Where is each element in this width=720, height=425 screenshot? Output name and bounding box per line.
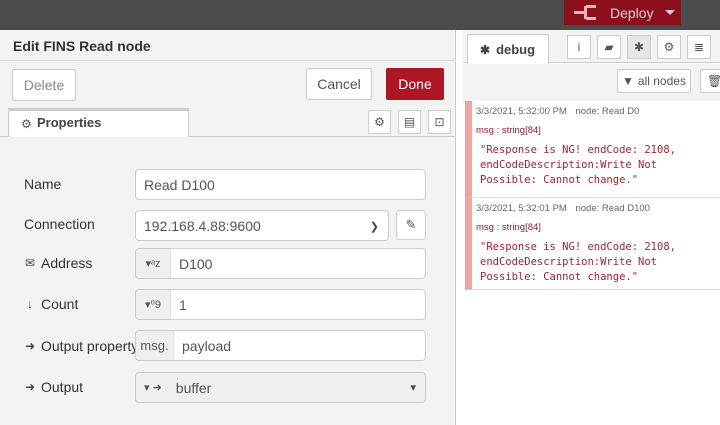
output-property-value: payload bbox=[182, 337, 232, 354]
debug-message: 3/3/2021, 5:32:00 PM node: Read D0 msg :… bbox=[465, 101, 720, 198]
trash-icon[interactable]: 🗑 bbox=[700, 69, 720, 93]
tab-properties-label: Properties bbox=[37, 115, 102, 130]
name-label: Name bbox=[24, 176, 62, 192]
gear-icon[interactable]: ⚙ bbox=[657, 35, 681, 59]
tab-debug[interactable]: ✱ debug bbox=[467, 34, 549, 64]
done-button[interactable]: Done bbox=[386, 68, 444, 100]
sort-numeric-icon: ↓ bbox=[27, 297, 33, 311]
name-field[interactable]: Read D100 bbox=[135, 169, 426, 200]
sign-out-icon: ➜ bbox=[24, 380, 36, 394]
output-type-icon: ▾ ➜ bbox=[144, 382, 162, 394]
divider bbox=[0, 60, 456, 61]
bug-icon[interactable]: ✱ bbox=[627, 35, 651, 59]
output-select[interactable]: ▾ ➜ buffer ▾ bbox=[135, 372, 426, 403]
message-payload[interactable]: "Response is NG! endCode: 2108, endCodeD… bbox=[480, 240, 712, 285]
delete-button[interactable]: Delete bbox=[12, 69, 76, 101]
message-meta: 3/3/2021, 5:32:01 PM node: Read D100 bbox=[476, 203, 720, 214]
message-timestamp: 3/3/2021, 5:32:00 PM bbox=[476, 106, 567, 117]
bug-icon: ✱ bbox=[480, 42, 491, 57]
sidebar-tabs: ✱ debug i ▰ ✱ ⚙ ≣ bbox=[463, 30, 720, 64]
tab-debug-label: debug bbox=[496, 42, 536, 57]
message-node[interactable]: node: Read D0 bbox=[575, 106, 639, 117]
msg-prefix: msg. bbox=[136, 331, 174, 360]
address-field[interactable]: ▾ ᵃz D100 bbox=[135, 248, 426, 279]
filter-label: all nodes bbox=[637, 74, 686, 88]
string-type-icon[interactable]: ▾ ᵃz bbox=[136, 249, 171, 278]
name-value: Read D100 bbox=[144, 176, 215, 193]
connection-label: Connection bbox=[24, 216, 95, 232]
debug-toolbar: ▼ all nodes 🗑 bbox=[463, 64, 720, 102]
debug-sidebar: ✱ debug i ▰ ✱ ⚙ ≣ ▼ all nodes 🗑 3/3/2021… bbox=[463, 30, 720, 425]
database-icon[interactable]: ≣ bbox=[687, 35, 711, 59]
connection-select[interactable]: 192.168.4.88:9600 ❯ bbox=[135, 210, 389, 241]
tab-properties[interactable]: ⚙ Properties bbox=[8, 108, 189, 137]
message-type: msg : string[84] bbox=[476, 222, 541, 233]
message-timestamp: 3/3/2021, 5:32:01 PM bbox=[476, 203, 567, 214]
message-type: msg : string[84] bbox=[476, 125, 541, 136]
pencil-icon: ✎ bbox=[405, 217, 417, 232]
output-property-label: ➜ Output property bbox=[24, 338, 139, 354]
message-node[interactable]: node: Read D100 bbox=[575, 203, 649, 214]
output-label: ➜ Output bbox=[24, 379, 84, 395]
edit-tray: Edit FINS Read node Delete Cancel Done ⚙… bbox=[0, 30, 456, 425]
output-value: buffer bbox=[175, 379, 212, 396]
number-type-icon[interactable]: ▾ ⁰9 bbox=[136, 290, 171, 319]
filter-button[interactable]: ▼ all nodes bbox=[617, 69, 691, 93]
count-value: 1 bbox=[179, 296, 187, 313]
chevron-down-icon: ❯ bbox=[369, 221, 379, 233]
book-icon[interactable]: ▰ bbox=[597, 35, 621, 59]
filter-icon: ▼ bbox=[622, 74, 634, 88]
message-meta: 3/3/2021, 5:32:00 PM node: Read D0 bbox=[476, 106, 720, 117]
debug-message: 3/3/2021, 5:32:01 PM node: Read D100 msg… bbox=[465, 198, 720, 290]
deploy-label: Deploy bbox=[610, 4, 654, 21]
edit-connection-button[interactable]: ✎ bbox=[396, 210, 426, 240]
tray-title: Edit FINS Read node bbox=[13, 38, 151, 54]
envelope-icon: ✉ bbox=[24, 256, 36, 270]
cancel-button[interactable]: Cancel bbox=[306, 68, 372, 100]
connection-value: 192.168.4.88:9600 bbox=[144, 217, 261, 234]
deploy-icon bbox=[570, 0, 600, 25]
gear-icon: ⚙ bbox=[21, 117, 32, 131]
count-label: ↓ Count bbox=[24, 296, 78, 312]
header-bar: Deploy bbox=[0, 0, 720, 30]
message-payload[interactable]: "Response is NG! endCode: 2108, endCodeD… bbox=[480, 143, 712, 188]
info-icon[interactable]: i bbox=[567, 35, 591, 59]
count-field[interactable]: ▾ ⁰9 1 bbox=[135, 289, 426, 320]
output-property-field[interactable]: msg. payload bbox=[135, 330, 426, 361]
caret-down-icon: ▾ bbox=[410, 382, 416, 394]
deploy-button[interactable]: Deploy bbox=[564, 0, 681, 25]
description-icon[interactable]: ▤ bbox=[398, 110, 421, 134]
node-settings-icon[interactable]: ⚙ bbox=[368, 110, 391, 134]
chevron-down-icon[interactable] bbox=[665, 10, 675, 15]
address-value: D100 bbox=[179, 255, 213, 272]
sign-out-icon: ➜ bbox=[24, 339, 36, 353]
appearance-icon[interactable]: ⊡ bbox=[428, 110, 451, 134]
address-label: ✉ Address bbox=[24, 255, 93, 271]
